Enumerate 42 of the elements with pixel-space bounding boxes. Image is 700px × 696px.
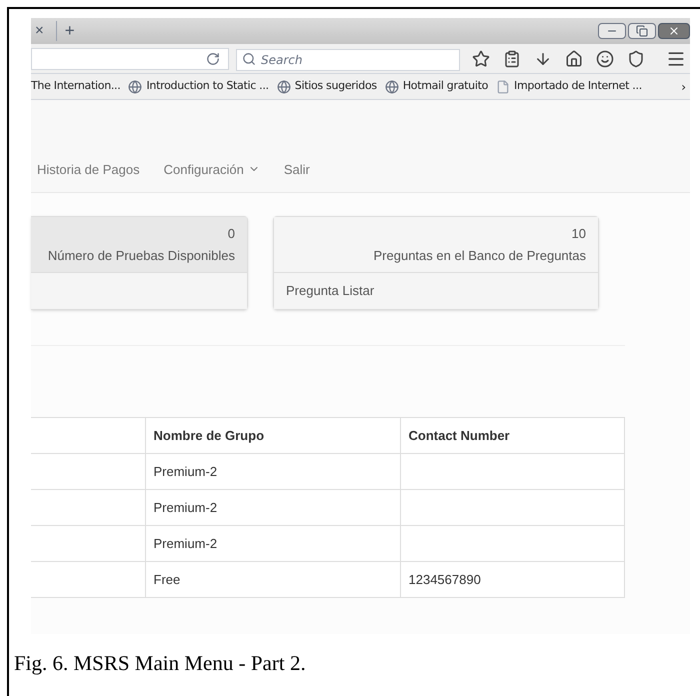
panel-label: Preguntas en el Banco de Preguntas: [374, 246, 586, 265]
close-button[interactable]: [658, 23, 690, 39]
reload-icon[interactable]: [206, 52, 220, 66]
clipboard-icon[interactable]: [503, 50, 521, 68]
search-field[interactable]: Search: [236, 48, 460, 70]
page-icon: [496, 80, 510, 94]
address-field[interactable]: [31, 48, 229, 70]
restore-button[interactable]: [628, 23, 656, 39]
globe-icon: [128, 80, 142, 94]
new-tab-button[interactable]: +: [64, 18, 75, 44]
nav-link[interactable]: Configuración: [164, 160, 260, 179]
table-cell: Premium-2: [145, 454, 400, 490]
count-text: 0: [228, 225, 235, 243]
search-icon: [242, 52, 256, 66]
bookmark-link[interactable]: Importado de Internet ...: [514, 78, 642, 95]
restore-icon: [636, 25, 648, 37]
table-cell: Premium-2: [145, 526, 400, 562]
nav-link[interactable]: Historia de Pagos: [37, 160, 140, 179]
nav-link[interactable]: Salir: [284, 160, 310, 179]
close-icon: [668, 25, 680, 37]
smiley-icon[interactable]: [596, 50, 614, 68]
shield-icon[interactable]: [627, 50, 645, 68]
home-icon[interactable]: [565, 50, 583, 68]
bookmark-link[interactable]: Hotmail gratuito: [402, 78, 488, 95]
globe-icon: [384, 80, 399, 94]
table-cell: Premium-2: [145, 490, 400, 526]
tab-close-button[interactable]: ×: [31, 20, 48, 42]
more-bookmarks-button[interactable]: ›: [681, 78, 690, 96]
figure-caption: Fig. 6. MSRS Main Menu - Part 2.: [14, 650, 307, 677]
star-icon[interactable]: [472, 50, 490, 68]
table-cell: 1234567890: [400, 562, 624, 598]
column-header: Contact Number: [400, 418, 624, 454]
bookmark-link[interactable]: Sitios sugeridos: [294, 78, 377, 95]
count-text: 10: [572, 225, 586, 243]
globe-icon: [276, 80, 291, 94]
minimize-button[interactable]: [598, 23, 626, 39]
bookmark-link[interactable]: The Internation...: [31, 78, 120, 95]
panel-link[interactable]: Pregunta Listar: [286, 281, 374, 301]
column-header: Nombre de Grupo: [145, 418, 400, 454]
bookmark-link[interactable]: Introduction to Static ...: [146, 78, 269, 95]
panel-label: Número de Pruebas Disponibles: [48, 246, 235, 265]
table-cell: Free: [145, 562, 400, 598]
